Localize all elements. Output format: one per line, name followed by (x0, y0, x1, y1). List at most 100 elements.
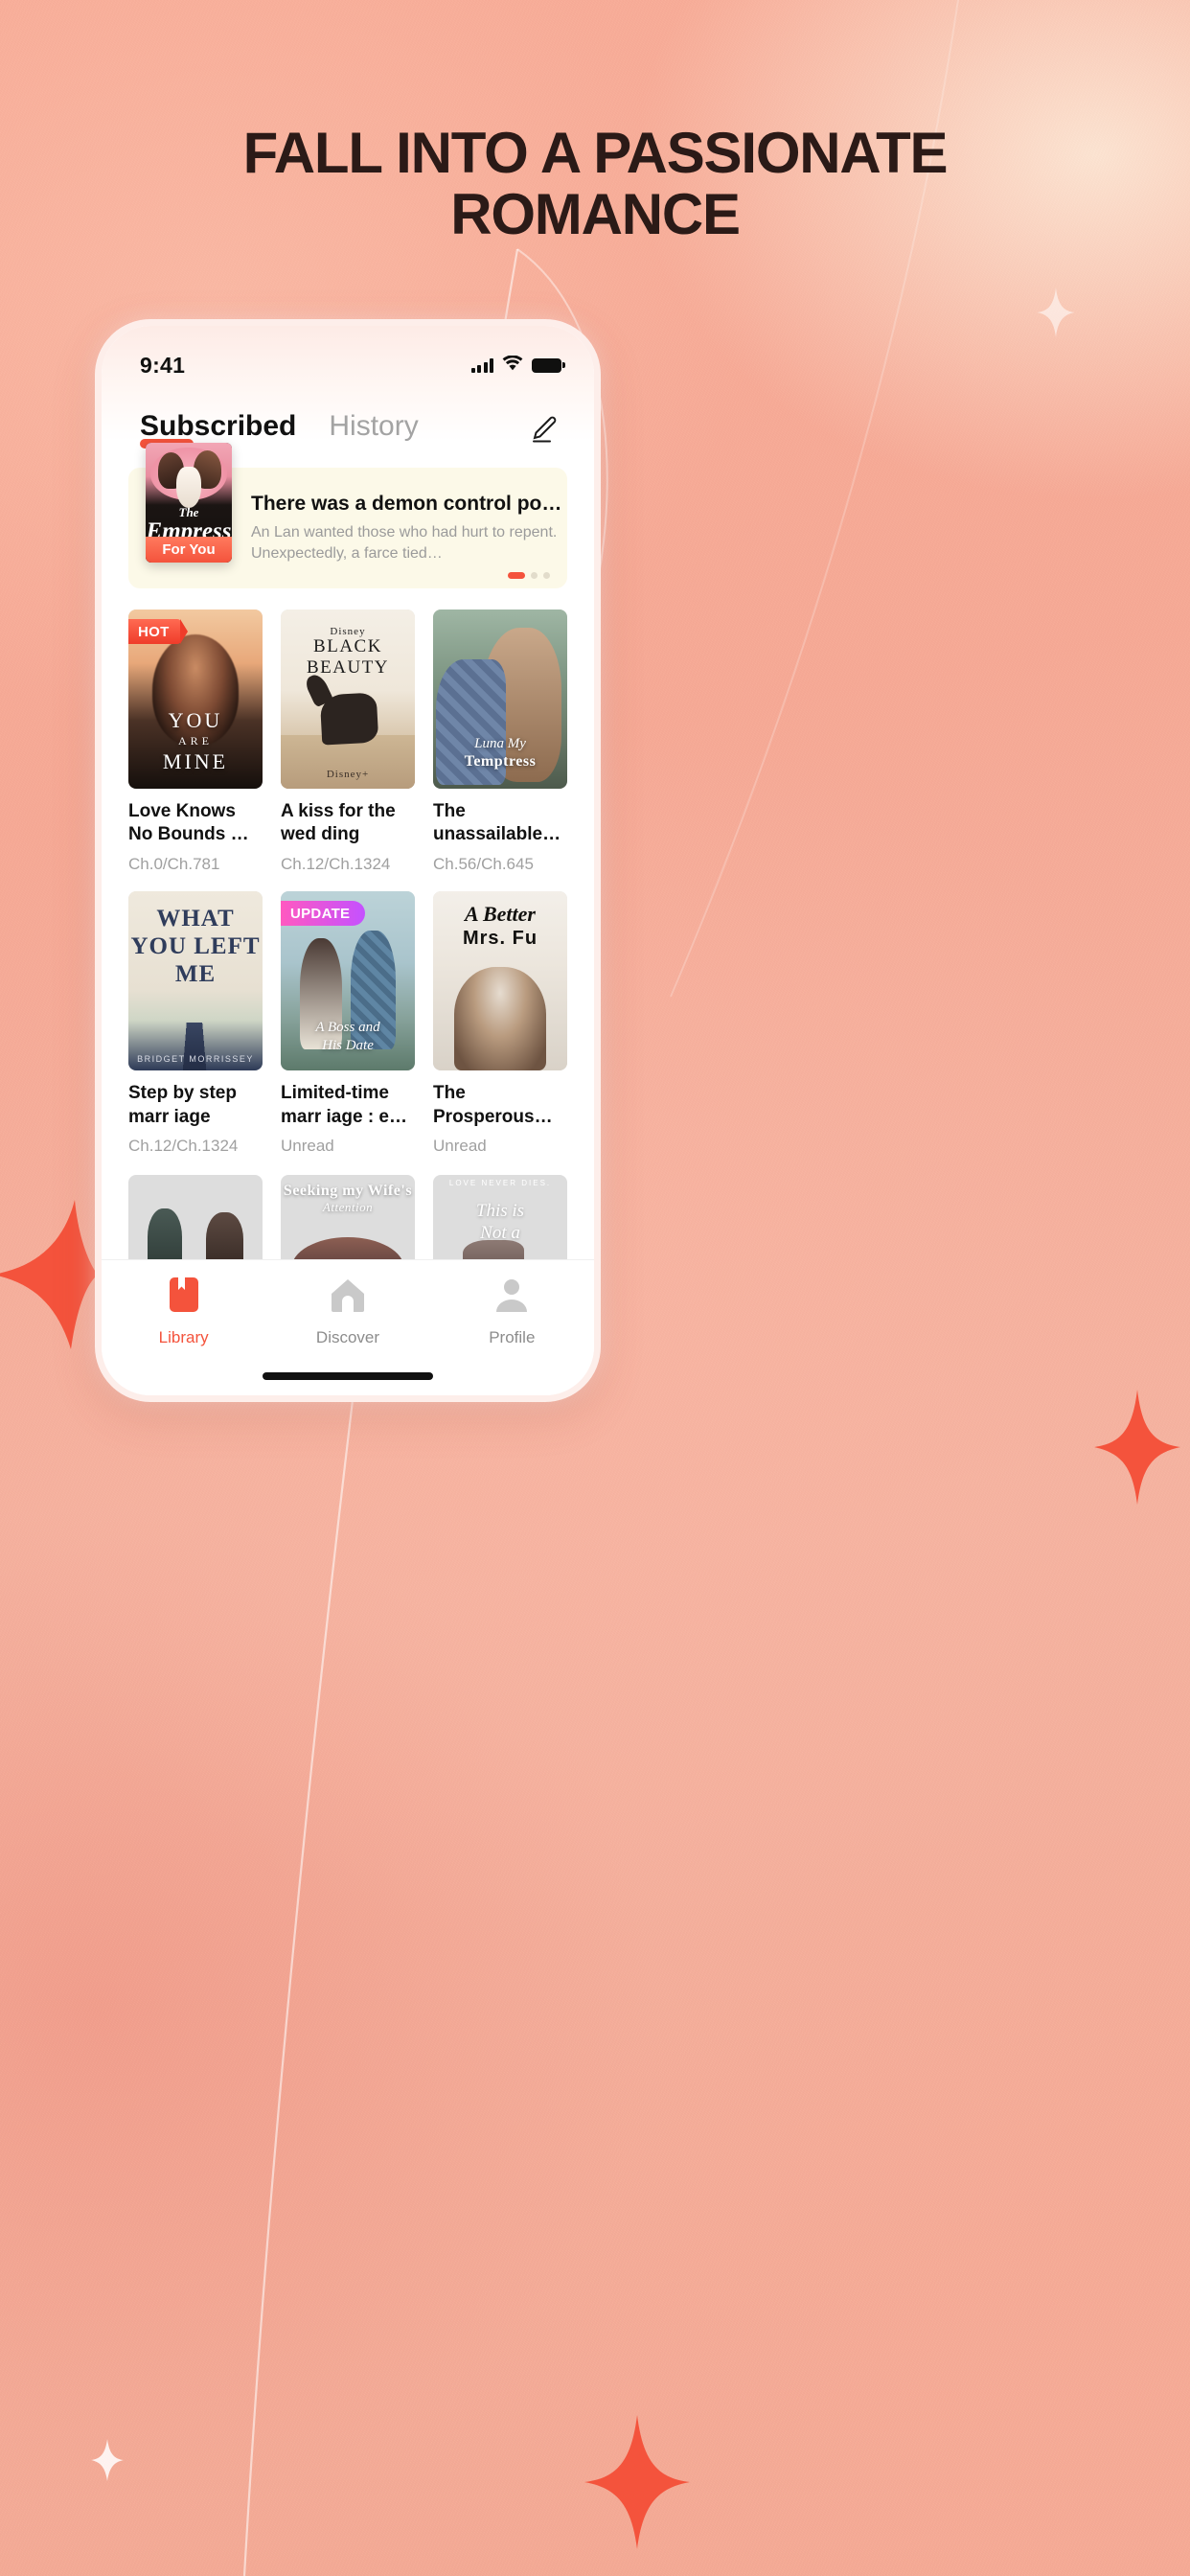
cover-art: A Better Mrs. Fu (433, 891, 567, 1071)
cover-text-2: Attention (322, 1200, 374, 1215)
home-icon (329, 1276, 367, 1319)
book-icon (166, 1276, 202, 1319)
status-icons (470, 354, 565, 376)
phone-mockup: 9:41 Subscribed History The Empress For … (95, 319, 601, 1402)
book-grid-partial-row: Seeking my Wife's Attention LOVE NEVER D… (128, 1175, 567, 1274)
nav-item-profile[interactable]: Profile (430, 1276, 594, 1347)
cover-art: Luna My Temptress (433, 610, 567, 790)
cover-couple-shore[interactable] (128, 1175, 263, 1274)
cover-top-text: LOVE NEVER DIES. (448, 1179, 552, 1188)
cover-luna-my-temptress[interactable]: Luna My Temptress (433, 610, 567, 790)
book-grid: YOU ARE MINE HOT Love Knows No Bounds … … (128, 610, 567, 1156)
cover-title: BLACK BEAUTY (306, 636, 390, 678)
dot-3[interactable] (543, 572, 550, 579)
cover-footer: Disney+ (326, 768, 370, 780)
cover-text-2: Not a (480, 1222, 520, 1243)
book-progress: Unread (433, 1137, 487, 1156)
banner-subtitle: An Lan wanted those who had hurt to repe… (251, 523, 558, 562)
sparkle-left-icon (0, 1198, 98, 1351)
status-time: 9:41 (140, 352, 186, 378)
cover-black-beauty[interactable]: Disney BLACK BEAUTY Disney+ (281, 610, 415, 790)
cellular-signal-icon (470, 357, 493, 373)
book-title: The unassailable wife: sweet wolf (433, 801, 543, 845)
cover-a-better-mrs-fu[interactable]: A Better Mrs. Fu (433, 891, 567, 1071)
status-bar: 9:41 (102, 326, 594, 387)
book-card[interactable]: A Boss and His Date UPDATE Limited-time … (281, 891, 415, 1156)
cover-text-1: Luna My (474, 736, 526, 752)
tab-history[interactable]: History (329, 412, 418, 447)
banner-cover-title-1: The (178, 505, 199, 519)
book-card[interactable]: YOU ARE MINE HOT Love Knows No Bounds … … (128, 610, 263, 874)
status-badge-update: UPDATE (281, 901, 366, 927)
sparkle-small-icon (91, 2439, 124, 2481)
cover-text-1: YOU (168, 708, 223, 733)
book-title: Step by step marr iage (128, 1083, 237, 1127)
cover-text-1: Seeking my Wife's (283, 1183, 413, 1200)
book-title: Love Knows No Bounds … (128, 801, 249, 845)
book-card[interactable]: Luna My Temptress The unassailable wife:… (433, 610, 567, 874)
book-progress: Ch.12/Ch.1324 (281, 855, 391, 874)
book-card[interactable]: Disney BLACK BEAUTY Disney+ A kiss for t… (281, 610, 415, 874)
cover-brand: Disney (330, 625, 366, 637)
nav-label-library: Library (158, 1328, 209, 1346)
banner-title: There was a demon control po… (251, 492, 562, 515)
banner-cover[interactable]: The Empress of Salt and For You (146, 443, 232, 563)
headline-line-2: ROMANCE (450, 181, 741, 246)
wifi-icon (502, 354, 523, 376)
battery-icon (532, 357, 565, 373)
nav-item-library[interactable]: Library (102, 1276, 265, 1347)
page-title: FALL INTO A PASSIONATE ROMANCE (0, 123, 1190, 244)
phone-frame: 9:41 Subscribed History The Empress For … (95, 319, 601, 1402)
book-card[interactable]: WHAT YOU LEFT ME BRIDGET MORRISSEY Step … (128, 891, 263, 1156)
featured-banner[interactable]: The Empress of Salt and For You There wa… (128, 443, 567, 588)
cover-text-2: Temptress (464, 753, 537, 770)
dot-2[interactable] (531, 572, 538, 579)
home-indicator[interactable] (263, 1372, 433, 1380)
cover-you-are-mine[interactable]: YOU ARE MINE HOT (128, 610, 263, 790)
tab-subscribed[interactable]: Subscribed (140, 410, 297, 448)
banner-text: There was a demon control po… An Lan wan… (251, 493, 577, 564)
cover-art: Disney BLACK BEAUTY Disney+ (281, 610, 415, 790)
cover-text-1: This is (475, 1200, 525, 1221)
book-title: Limited-time marr iage : ex-husba… (281, 1083, 405, 1127)
pencil-edit-icon[interactable] (529, 413, 561, 446)
book-card[interactable]: A Better Mrs. Fu The Prosperous Poison C… (433, 891, 567, 1156)
cover-text-2: YOU LEFT (130, 932, 261, 959)
book-progress: Unread (281, 1137, 334, 1156)
cover-text-3: ME (174, 960, 217, 987)
sparkle-right-icon (1094, 1390, 1180, 1505)
nav-label-profile: Profile (489, 1328, 536, 1346)
book-progress: Ch.56/Ch.645 (433, 855, 534, 874)
top-tabs: Subscribed History (102, 387, 594, 448)
bottom-navigation: Library Discover Profile (102, 1259, 594, 1395)
dot-1[interactable] (508, 572, 525, 579)
cover-text-1: A Boss and (315, 1019, 380, 1035)
book-progress: Ch.12/Ch.1324 (128, 1137, 239, 1156)
book-title: A kiss for the wed ding (281, 801, 396, 845)
status-badge-hot: HOT (128, 619, 188, 644)
cover-text-1: WHAT (156, 906, 235, 932)
cover-author: BRIDGET MORRISSEY (137, 1053, 254, 1064)
tab-history-label: History (329, 410, 419, 442)
book-title: The Prosperous Poison Concubine (433, 1083, 535, 1127)
headline-line-1: FALL INTO A PASSIONATE (242, 121, 949, 185)
person-icon (492, 1276, 531, 1319)
nav-label-discover: Discover (315, 1328, 380, 1346)
book-progress: Ch.0/Ch.781 (128, 855, 220, 874)
cover-art: WHAT YOU LEFT ME BRIDGET MORRISSEY (128, 891, 263, 1071)
cover-this-is-not-a-love-story[interactable]: LOVE NEVER DIES. This is Not a (433, 1175, 567, 1274)
nav-item-discover[interactable]: Discover (265, 1276, 429, 1347)
cover-what-you-left-me[interactable]: WHAT YOU LEFT ME BRIDGET MORRISSEY (128, 891, 263, 1071)
app-screen: 9:41 Subscribed History The Empress For … (102, 326, 594, 1395)
sparkle-top-icon (1037, 288, 1075, 337)
cover-text-2: ARE (178, 733, 213, 748)
sparkle-bottom-icon (584, 2415, 690, 2549)
cover-text-2: Mrs. Fu (462, 927, 538, 949)
banner-cover-label: For You (146, 537, 232, 563)
banner-pagination-dots[interactable] (508, 572, 550, 579)
cover-seeking-my-wifes-attention[interactable]: Seeking my Wife's Attention (281, 1175, 415, 1274)
cover-a-boss-and-his-date[interactable]: A Boss and His Date UPDATE (281, 891, 415, 1071)
cover-text-3: MINE (162, 748, 229, 773)
cover-text-2: His Date (322, 1037, 374, 1053)
tab-subscribed-label: Subscribed (140, 410, 297, 442)
